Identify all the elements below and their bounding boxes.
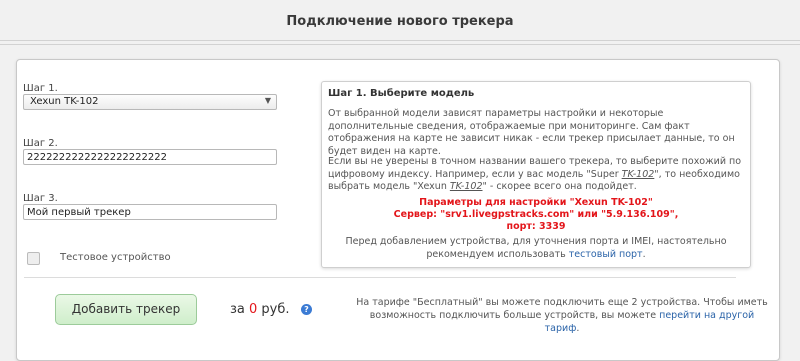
- step1-label: Шаг 1.: [23, 83, 58, 94]
- imei-input[interactable]: 2222222222222222222222: [23, 149, 277, 165]
- step3-label: Шаг 3.: [23, 193, 58, 204]
- price-label: за 0 руб.: [230, 302, 290, 317]
- page-title: Подключение нового трекера: [286, 14, 514, 29]
- divider: [0, 40, 800, 41]
- test-port-recommendation: Перед добавлением устройства, для уточне…: [345, 236, 727, 260]
- test-device-label: Тестовое устройство: [60, 252, 171, 263]
- divider: [24, 277, 736, 278]
- info-box: Шаг 1. Выберите модель От выбранной моде…: [321, 81, 751, 268]
- tracker-parameters: Параметры для настройки "Xexun TK-102" С…: [393, 197, 679, 232]
- chevron-down-icon: ▼: [264, 96, 271, 105]
- help-icon[interactable]: ?: [301, 304, 312, 315]
- test-device-checkbox[interactable]: [27, 252, 40, 265]
- tariff-note: На тарифе "Бесплатный" вы можете подключ…: [356, 297, 768, 334]
- info-paragraph-2: Если вы не уверены в точном названии ваш…: [328, 156, 742, 192]
- test-port-link[interactable]: тестовый порт: [569, 249, 643, 260]
- info-title: Шаг 1. Выберите модель: [328, 88, 475, 99]
- divider: [0, 44, 800, 45]
- tracker-name-input[interactable]: Мой первый трекер: [23, 204, 277, 220]
- model-select-value: Xexun TK-102: [30, 96, 99, 107]
- add-tracker-button[interactable]: Добавить трекер: [55, 294, 197, 325]
- step2-label: Шаг 2.: [23, 138, 58, 149]
- info-paragraph-1: От выбранной модели зависят параметры на…: [328, 108, 735, 157]
- model-select[interactable]: Xexun TK-102 ▼: [23, 94, 277, 110]
